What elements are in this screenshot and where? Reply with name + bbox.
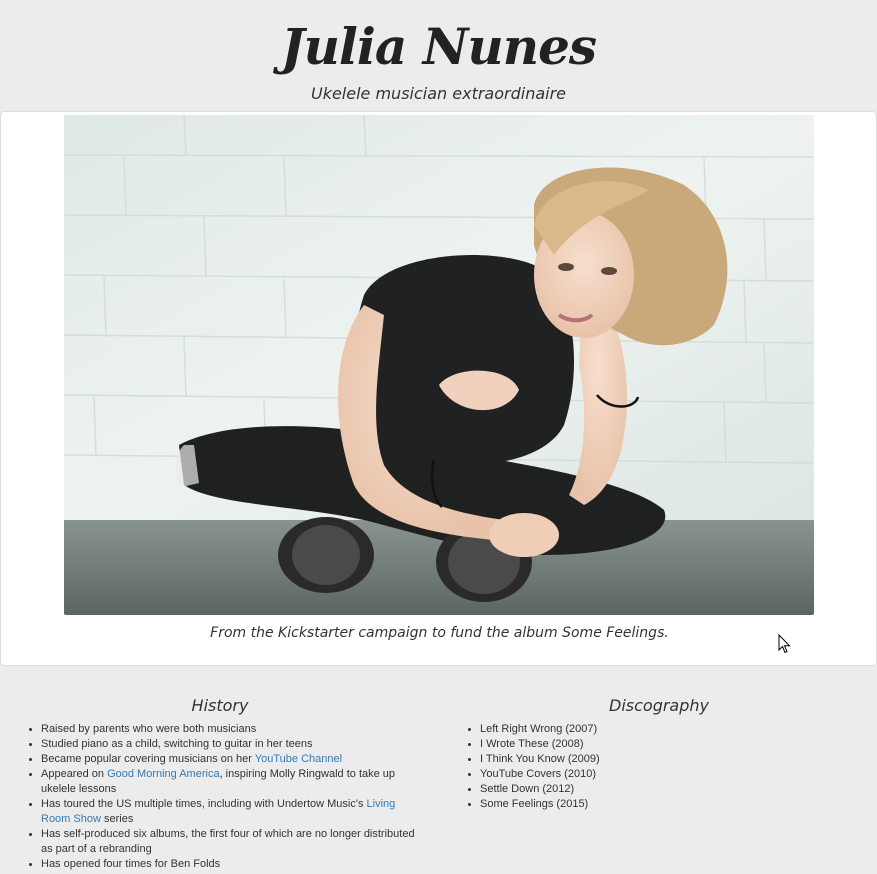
list-item: Left Right Wrong (2007): [480, 722, 859, 737]
artist-photo: [64, 115, 814, 615]
list-item: I Think You Know (2009): [480, 752, 859, 767]
good-morning-america-link[interactable]: Good Morning America: [107, 768, 220, 780]
youtube-channel-link[interactable]: YouTube Channel: [255, 753, 342, 765]
photo-panel: From the Kickstarter campaign to fund th…: [0, 111, 877, 666]
history-section: History Raised by parents who were both …: [20, 695, 420, 872]
page-subtitle: Ukelele musician extraordinaire: [310, 84, 566, 103]
list-item: Appeared on Good Morning America, inspir…: [41, 767, 420, 797]
page-header: Julia Nunes Ukelele musician extraordina…: [0, 0, 877, 111]
discography-section: Discography Left Right Wrong (2007) I Wr…: [459, 695, 859, 812]
list-item: Studied piano as a child, switching to g…: [41, 737, 420, 752]
discography-list: Left Right Wrong (2007) I Wrote These (2…: [459, 722, 859, 812]
discography-heading: Discography: [609, 696, 709, 715]
history-list: Raised by parents who were both musician…: [20, 722, 420, 872]
list-item: I Wrote These (2008): [480, 737, 859, 752]
list-item: YouTube Covers (2010): [480, 767, 859, 782]
list-item: Has toured the US multiple times, includ…: [41, 797, 420, 827]
list-item: Settle Down (2012): [480, 782, 859, 797]
list-item: Raised by parents who were both musician…: [41, 722, 420, 737]
list-item: Has self-produced six albums, the first …: [41, 827, 420, 857]
page-title: Julia Nunes: [280, 17, 597, 76]
list-item: Has opened four times for Ben Folds: [41, 857, 420, 872]
list-item: Some Feelings (2015): [480, 797, 859, 812]
mouse-cursor-icon: [778, 634, 791, 654]
history-heading: History: [191, 696, 249, 715]
photo-caption: From the Kickstarter campaign to fund th…: [210, 625, 669, 641]
list-item: Became popular covering musicians on her…: [41, 752, 420, 767]
